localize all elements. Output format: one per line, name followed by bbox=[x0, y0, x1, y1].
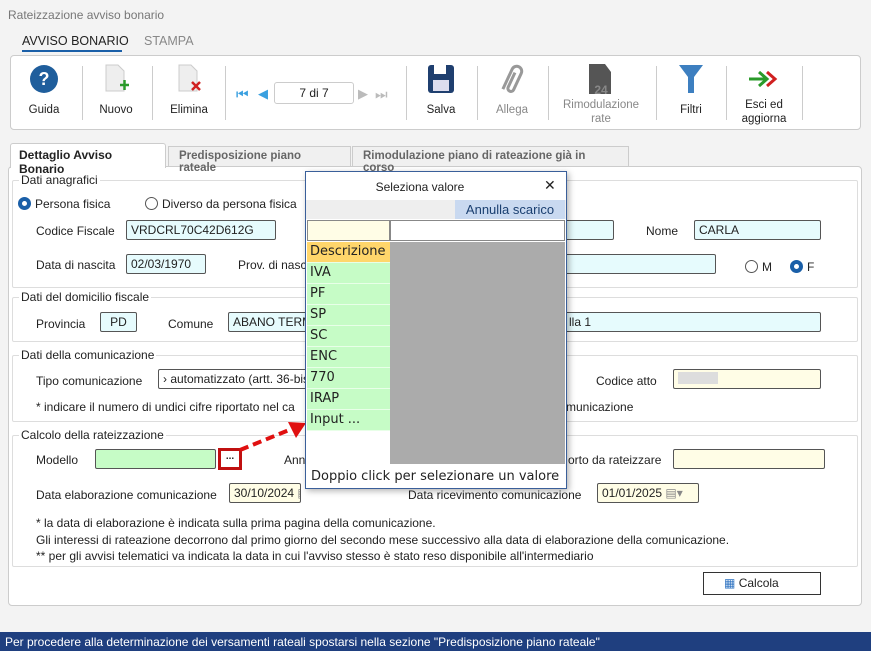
new-document-icon bbox=[105, 64, 129, 92]
ricev-label: Data ricevimento comunicazione bbox=[408, 488, 582, 502]
persona-fisica-label: Persona fisica bbox=[35, 197, 111, 211]
active-tab-underline bbox=[22, 50, 122, 52]
tipo-select[interactable]: › automatizzato (artt. 36-bis bbox=[158, 369, 318, 389]
provincia-label: Provincia bbox=[36, 317, 86, 331]
next-record-icon[interactable]: ▶ bbox=[358, 86, 368, 102]
record-indicator[interactable]: 7 di 7 bbox=[274, 82, 354, 104]
rimodulazione-button[interactable]: 24 Rimodulazione rate bbox=[560, 60, 642, 126]
importo-label: orto da rateizzare bbox=[568, 453, 662, 467]
ricev-date-input[interactable]: 01/01/2025 ▤▾ bbox=[597, 483, 699, 503]
elab-label: Data elaborazione comunicazione bbox=[36, 488, 217, 502]
radio-diverso[interactable] bbox=[145, 197, 158, 210]
tab-dettaglio[interactable]: Dettaglio Avviso Bonario bbox=[10, 143, 166, 176]
list-item[interactable]: SP bbox=[307, 305, 390, 326]
ribbon-tab-avviso[interactable]: AVVISO BONARIO bbox=[22, 34, 129, 48]
save-icon bbox=[428, 65, 454, 93]
annulla-scarico-button[interactable]: Annulla scarico bbox=[455, 200, 565, 219]
close-icon[interactable]: ✕ bbox=[544, 177, 556, 194]
list-item[interactable]: PF bbox=[307, 284, 390, 305]
list-item[interactable]: SC bbox=[307, 326, 390, 347]
last-record-icon[interactable]: ⏭ bbox=[375, 86, 388, 103]
codice-atto-label: Codice atto bbox=[596, 374, 657, 388]
note-codice: * indicare il numero di undici cifre rip… bbox=[36, 400, 295, 414]
delete-document-icon bbox=[178, 64, 201, 92]
indirizzo-input[interactable]: lla 1 bbox=[540, 312, 821, 332]
filter-input[interactable] bbox=[307, 220, 390, 241]
help-icon: ? bbox=[30, 65, 58, 93]
list-item[interactable]: Input ... bbox=[307, 410, 390, 431]
calendar-icon: ▤▾ bbox=[665, 486, 683, 500]
prov-nascita-label: Prov. di nasc bbox=[238, 258, 307, 272]
diverso-label: Diverso da persona fisica bbox=[162, 197, 297, 211]
salva-button[interactable]: Salva bbox=[420, 60, 462, 126]
first-record-icon[interactable]: ⏮ bbox=[236, 86, 249, 103]
nome-input[interactable]: CARLA bbox=[694, 220, 821, 240]
status-bar: Per procedere alla determinazione dei ve… bbox=[0, 632, 871, 651]
nascita-label: Data di nascita bbox=[36, 258, 116, 272]
elimina-button[interactable]: Elimina bbox=[166, 60, 212, 126]
radio-f[interactable] bbox=[790, 260, 803, 273]
svg-text:24: 24 bbox=[594, 83, 608, 96]
esci-button[interactable]: Esci ed aggiorna bbox=[738, 60, 790, 126]
importo-input[interactable] bbox=[673, 449, 825, 469]
exit-arrow-icon bbox=[749, 70, 778, 88]
note-codice-tail: municazione bbox=[566, 400, 634, 414]
popup-title: Seleziona valore bbox=[375, 180, 465, 194]
nome-label: Nome bbox=[646, 224, 679, 238]
ribbon-tab-stampa[interactable]: STAMPA bbox=[144, 34, 194, 48]
note-1: * la data di elaborazione è indicata sul… bbox=[36, 516, 436, 530]
list-item[interactable]: IRAP bbox=[307, 389, 390, 410]
grid-empty-area bbox=[390, 242, 565, 464]
calcola-button[interactable]: ▦ Calcola bbox=[703, 572, 821, 595]
cf-label: Codice Fiscale bbox=[36, 224, 115, 238]
m-label: M bbox=[762, 260, 772, 274]
column-header-descrizione[interactable]: Descrizione bbox=[307, 242, 390, 263]
anno-label: Ann bbox=[284, 453, 306, 467]
elab-date-input[interactable]: 30/10/2024 ▤▾ bbox=[229, 483, 301, 503]
filter-input-2[interactable] bbox=[390, 220, 565, 241]
calendar-icon: ▤▾ bbox=[297, 486, 300, 500]
list-item[interactable]: 770 bbox=[307, 368, 390, 389]
f-label: F bbox=[807, 260, 815, 274]
comune-label: Comune bbox=[168, 317, 214, 331]
prev-record-icon[interactable]: ◀ bbox=[258, 86, 268, 102]
tipo-label: Tipo comunicazione bbox=[36, 374, 143, 388]
allega-button[interactable]: Allega bbox=[492, 60, 532, 126]
window-title: Rateizzazione avviso bonario bbox=[8, 8, 165, 22]
provincia-input[interactable]: PD bbox=[100, 312, 137, 332]
reschedule-icon: 24 bbox=[589, 64, 611, 96]
annotation-arrow bbox=[239, 422, 306, 452]
filtri-button[interactable]: Filtri bbox=[670, 60, 712, 126]
list-item[interactable]: IVA bbox=[307, 263, 390, 284]
radio-persona-fisica[interactable] bbox=[18, 197, 31, 210]
modello-input[interactable] bbox=[95, 449, 216, 469]
nascita-input[interactable]: 02/03/1970 bbox=[126, 254, 206, 274]
svg-text:?: ? bbox=[39, 69, 50, 89]
cf-input[interactable]: VRDCRL70C42D612G bbox=[126, 220, 276, 240]
tab-predisposizione[interactable]: Predisposizione piano rateale bbox=[168, 146, 351, 174]
calculator-icon: ▦ bbox=[724, 576, 736, 590]
radio-m[interactable] bbox=[745, 260, 758, 273]
guida-button[interactable]: ? Guida bbox=[22, 60, 66, 126]
codice-atto-input[interactable] bbox=[673, 369, 821, 389]
paperclip-icon bbox=[501, 64, 524, 93]
note-3: ** per gli avvisi telematici va indicata… bbox=[36, 549, 594, 563]
tab-rimodulazione[interactable]: Rimodulazione piano di rateazione già in… bbox=[352, 146, 629, 174]
modello-label: Modello bbox=[36, 453, 79, 467]
note-2: Gli interessi di rateazione decorrono da… bbox=[36, 533, 730, 547]
filter-icon bbox=[679, 65, 703, 93]
nuovo-button[interactable]: Nuovo bbox=[94, 60, 138, 126]
popup-footer: Doppio click per selezionare un valore bbox=[311, 469, 560, 484]
list-item[interactable]: ENC bbox=[307, 347, 390, 368]
